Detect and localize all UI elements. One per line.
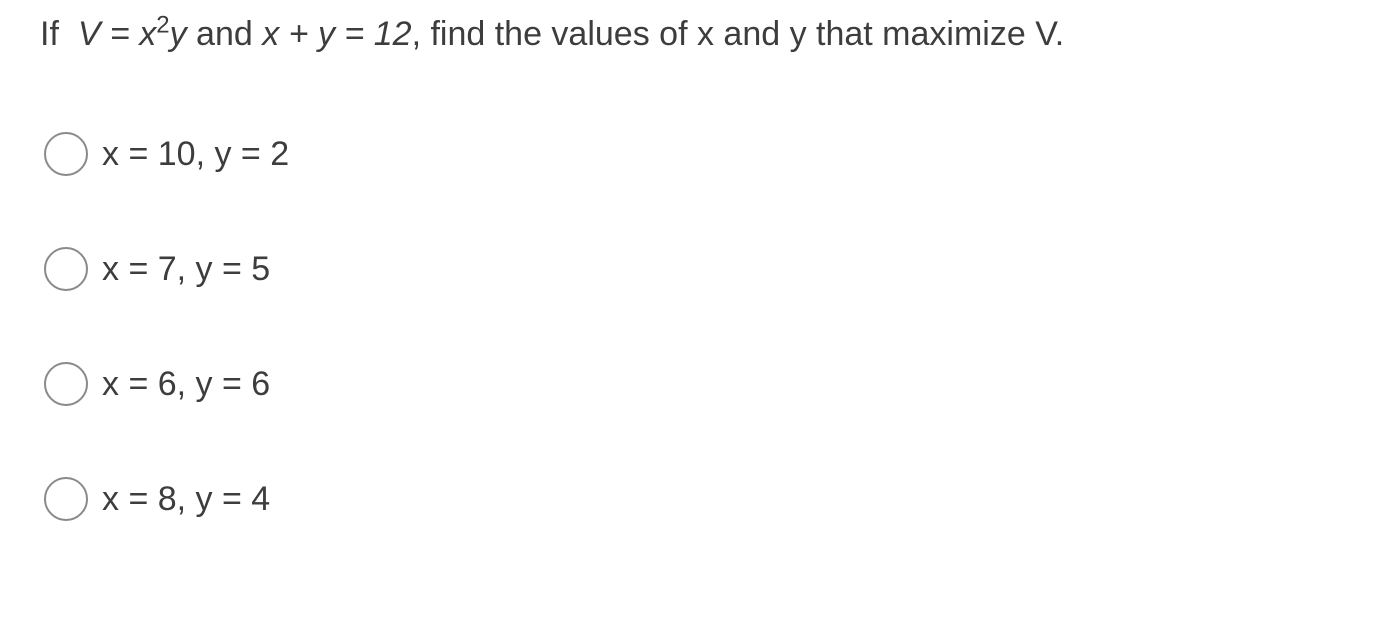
radio-button[interactable] xyxy=(44,477,88,521)
exponent: 2 xyxy=(156,11,170,39)
radio-button[interactable] xyxy=(44,362,88,406)
option-label: x = 10, y = 2 xyxy=(102,134,290,173)
answer-option-2[interactable]: x = 7, y = 5 xyxy=(44,247,270,291)
option-label: x = 6, y = 6 xyxy=(102,364,271,403)
option-label: x = 7, y = 5 xyxy=(102,249,271,288)
answer-option-4[interactable]: x = 8, y = 4 xyxy=(44,477,270,521)
answer-option-1[interactable]: x = 10, y = 2 xyxy=(44,132,289,176)
question-prefix: If xyxy=(40,15,59,53)
formula-v: V = x xyxy=(77,15,157,53)
question-mid: and xyxy=(186,15,263,53)
answer-option-3[interactable]: x = 6, y = 6 xyxy=(44,362,270,406)
radio-button[interactable] xyxy=(44,247,88,291)
radio-button[interactable] xyxy=(44,132,88,176)
constraint: x + y = 12 xyxy=(262,15,412,53)
question-text: If V = x2y and x + y = 12, find the valu… xyxy=(40,12,1064,56)
question-suffix: , find the values of x and y that maximi… xyxy=(411,15,1065,53)
formula-y: y xyxy=(169,15,187,53)
option-label: x = 8, y = 4 xyxy=(102,479,271,518)
